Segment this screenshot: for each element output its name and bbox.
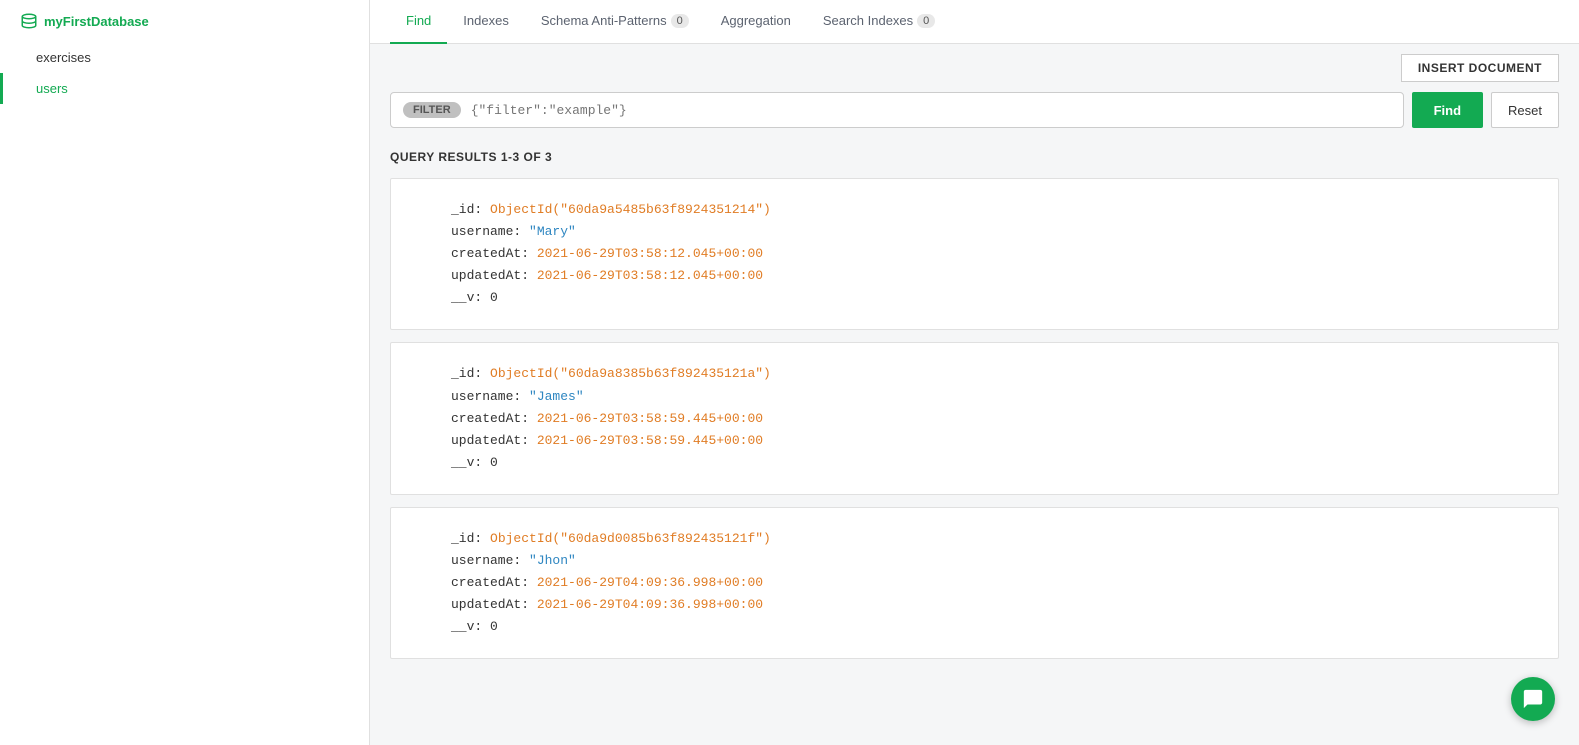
toolbar: INSERT DOCUMENT [370, 44, 1579, 92]
filter-input-wrapper: FILTER [390, 92, 1404, 128]
document-card-3: _id: ObjectId("60da9d0085b63f892435121f"… [390, 507, 1559, 659]
reset-button[interactable]: Reset [1491, 92, 1559, 128]
doc2-id-line: _id: ObjectId("60da9a8385b63f892435121a"… [451, 363, 1528, 385]
doc1-id-line: _id: ObjectId("60da9a5485b63f8924351214"… [451, 199, 1528, 221]
tab-search-indexes[interactable]: Search Indexes 0 [807, 0, 951, 44]
filter-bar: FILTER Find Reset [370, 92, 1579, 140]
doc2-username-line: username: "James" [451, 386, 1528, 408]
doc1-username-line: username: "Mary" [451, 221, 1528, 243]
sidebar: myFirstDatabase exercises users [0, 0, 370, 745]
document-card-1: _id: ObjectId("60da9a5485b63f8924351214"… [390, 178, 1559, 330]
doc1-updatedat-line: updatedAt: 2021-06-29T03:58:12.045+00:00 [451, 265, 1528, 287]
doc3-updatedat-line: updatedAt: 2021-06-29T04:09:36.998+00:00 [451, 594, 1528, 616]
doc2-updatedat-line: updatedAt: 2021-06-29T03:58:59.445+00:00 [451, 430, 1528, 452]
schema-anti-patterns-badge: 0 [671, 14, 689, 28]
tab-schema-anti-patterns[interactable]: Schema Anti-Patterns 0 [525, 0, 705, 44]
database-name[interactable]: myFirstDatabase [0, 0, 369, 42]
doc2-v-line: __v: 0 [451, 452, 1528, 474]
main-content: Find Indexes Schema Anti-Patterns 0 Aggr… [370, 0, 1579, 745]
query-results-header: QUERY RESULTS 1-3 OF 3 [390, 140, 1559, 178]
doc3-id-line: _id: ObjectId("60da9d0085b63f892435121f"… [451, 528, 1528, 550]
tab-aggregation[interactable]: Aggregation [705, 0, 807, 44]
doc1-createdat-line: createdAt: 2021-06-29T03:58:12.045+00:00 [451, 243, 1528, 265]
database-icon [20, 12, 38, 30]
sidebar-item-users[interactable]: users [0, 73, 369, 104]
doc3-v-line: __v: 0 [451, 616, 1528, 638]
tab-bar: Find Indexes Schema Anti-Patterns 0 Aggr… [370, 0, 1579, 44]
insert-document-button[interactable]: INSERT DOCUMENT [1401, 54, 1559, 82]
doc2-createdat-line: createdAt: 2021-06-29T03:58:59.445+00:00 [451, 408, 1528, 430]
doc1-v-line: __v: 0 [451, 287, 1528, 309]
sidebar-item-exercises[interactable]: exercises [0, 42, 369, 73]
doc3-username-line: username: "Jhon" [451, 550, 1528, 572]
filter-badge: FILTER [403, 102, 461, 118]
doc3-createdat-line: createdAt: 2021-06-29T04:09:36.998+00:00 [451, 572, 1528, 594]
tab-find[interactable]: Find [390, 0, 447, 44]
tab-indexes[interactable]: Indexes [447, 0, 525, 44]
filter-input[interactable] [471, 103, 1391, 118]
chat-bubble-button[interactable] [1511, 677, 1555, 721]
find-button[interactable]: Find [1412, 92, 1483, 128]
document-card-2: _id: ObjectId("60da9a8385b63f892435121a"… [390, 342, 1559, 494]
query-results-area: QUERY RESULTS 1-3 OF 3 _id: ObjectId("60… [370, 140, 1579, 745]
search-indexes-badge: 0 [917, 14, 935, 28]
chat-icon [1522, 688, 1544, 710]
